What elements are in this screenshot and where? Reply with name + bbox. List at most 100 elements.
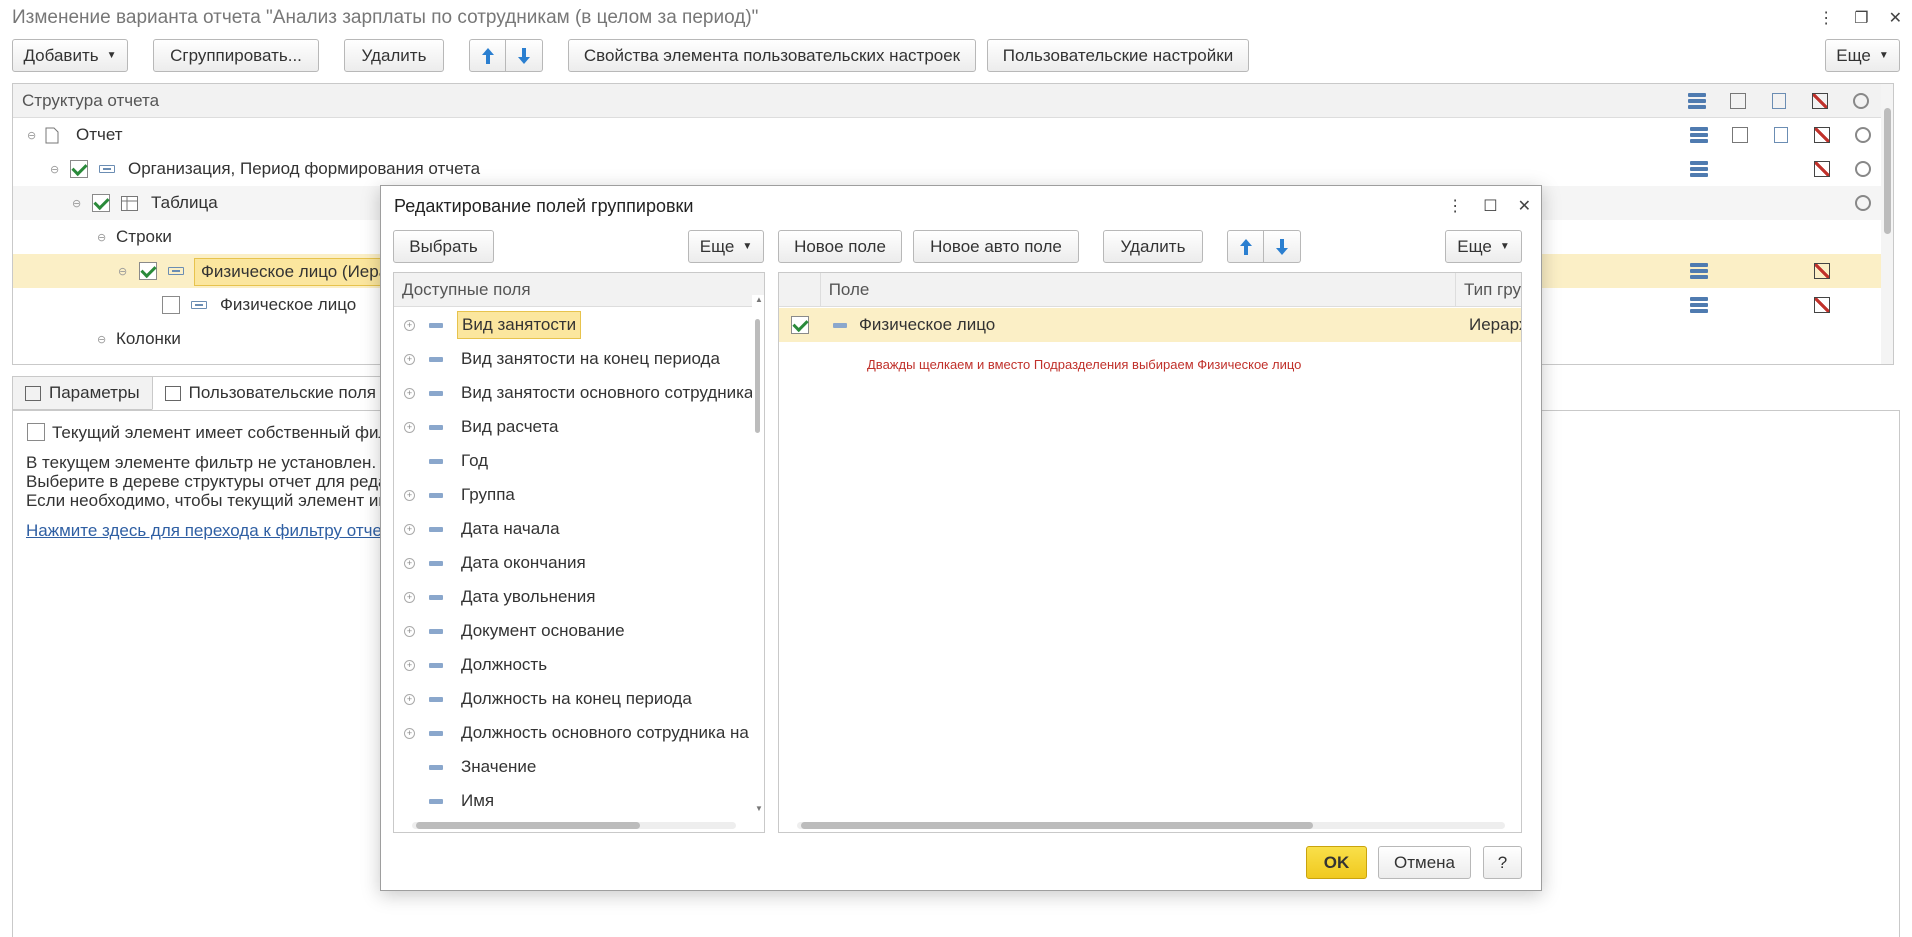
- conditional-format-icon[interactable]: [1801, 118, 1842, 152]
- tree-row-organization[interactable]: ⊖ Организация, Период формирования отчет…: [13, 152, 1883, 186]
- cancel-button[interactable]: Отмена: [1378, 846, 1471, 879]
- available-field-item[interactable]: + Дата начала: [394, 512, 754, 546]
- field-checkbox[interactable]: [791, 316, 809, 334]
- ok-button[interactable]: OK: [1306, 846, 1367, 879]
- go-to-report-filter-link[interactable]: Нажмите здесь для перехода к фильтру отч…: [26, 521, 389, 541]
- tree-row-label: Физическое лицо: [220, 295, 357, 314]
- field-name: Физическое лицо: [859, 315, 996, 334]
- collapse-icon[interactable]: ⊖: [50, 163, 59, 176]
- expand-icon[interactable]: +: [404, 489, 415, 501]
- conditional-format-icon[interactable]: [1801, 152, 1842, 186]
- available-fields-vscroll[interactable]: ▲ ▼: [752, 295, 764, 813]
- arrow-down-icon: [1276, 238, 1288, 255]
- available-field-label: Дата увольнения: [461, 587, 596, 606]
- conditional-format-icon[interactable]: [1801, 254, 1842, 288]
- grouping-icon[interactable]: [1678, 288, 1719, 322]
- expand-icon[interactable]: +: [404, 625, 415, 637]
- grouping-icon[interactable]: [1678, 152, 1719, 186]
- settings-icon[interactable]: [1842, 118, 1883, 152]
- expand-icon[interactable]: +: [404, 319, 415, 331]
- filter-icon[interactable]: [1719, 118, 1760, 152]
- collapse-icon[interactable]: ⊖: [97, 333, 106, 346]
- dialog-move-up-button[interactable]: [1227, 230, 1264, 263]
- settings-icon[interactable]: [1842, 152, 1883, 186]
- available-field-item[interactable]: + Должность на конец периода: [394, 682, 754, 716]
- available-field-item[interactable]: + Группа: [394, 478, 754, 512]
- expand-icon[interactable]: +: [404, 659, 415, 671]
- available-field-item[interactable]: + Должность основного сотрудника на к: [394, 716, 761, 750]
- selected-field-row[interactable]: Физическое лицо Иерарх: [779, 308, 1521, 342]
- more-vertical-icon[interactable]: ⋮: [1818, 8, 1834, 28]
- conditional-format-icon[interactable]: [1801, 288, 1842, 322]
- left-more-button[interactable]: Еще ▼: [688, 230, 764, 263]
- available-field-item[interactable]: + Вид занятости на конец периода: [394, 342, 754, 376]
- group-button[interactable]: Сгруппировать...: [153, 39, 319, 72]
- new-field-button[interactable]: Новое поле: [778, 230, 902, 263]
- available-field-item[interactable]: + Вид занятости основного сотрудника: [394, 376, 754, 410]
- expand-icon[interactable]: +: [404, 387, 415, 399]
- available-field-item[interactable]: Значение: [394, 750, 754, 784]
- tab-user-fields[interactable]: Пользовательские поля: [151, 376, 389, 410]
- own-filter-checkbox[interactable]: [27, 423, 45, 441]
- available-field-item[interactable]: + Вид расчета: [394, 410, 754, 444]
- available-field-item[interactable]: + Должность: [394, 648, 754, 682]
- settings-icon[interactable]: [1842, 186, 1883, 220]
- field-icon: [429, 662, 443, 668]
- more-vertical-icon[interactable]: ⋮: [1447, 196, 1463, 216]
- restore-icon[interactable]: ❐: [1854, 8, 1868, 28]
- available-fields-hscroll[interactable]: [394, 818, 754, 832]
- available-field-label: Вид занятости: [457, 311, 582, 339]
- expand-icon[interactable]: +: [404, 421, 415, 433]
- available-field-item[interactable]: + Документ основание: [394, 614, 754, 648]
- available-field-item[interactable]: Имя: [394, 784, 754, 818]
- structure-scrollbar[interactable]: [1881, 84, 1893, 364]
- right-more-button[interactable]: Еще ▼: [1445, 230, 1522, 263]
- move-down-button[interactable]: [506, 39, 543, 72]
- collapse-icon[interactable]: ⊖: [97, 231, 106, 244]
- element-properties-button[interactable]: Свойства элемента пользовательских настр…: [568, 39, 976, 72]
- tab-parameters[interactable]: Параметры: [12, 376, 153, 410]
- dialog-delete-button[interactable]: Удалить: [1103, 230, 1203, 263]
- expand-icon[interactable]: +: [404, 353, 415, 365]
- help-button[interactable]: ?: [1483, 846, 1522, 879]
- close-icon[interactable]: ✕: [1889, 8, 1902, 28]
- collapse-icon[interactable]: ⊖: [72, 197, 81, 210]
- new-auto-field-button[interactable]: Новое авто поле: [913, 230, 1079, 263]
- expand-icon[interactable]: +: [404, 693, 415, 705]
- user-settings-button[interactable]: Пользовательские настройки: [987, 39, 1249, 72]
- expand-icon[interactable]: +: [404, 591, 415, 603]
- grouping-icon[interactable]: [1678, 118, 1719, 152]
- collapse-icon[interactable]: ⊖: [118, 265, 127, 278]
- row-checkbox[interactable]: [162, 296, 180, 314]
- caret-down-icon: ▼: [106, 50, 117, 61]
- more-button-label: Еще: [1457, 236, 1492, 256]
- more-button[interactable]: Еще ▼: [1825, 39, 1900, 72]
- field-icon: [429, 594, 443, 600]
- tree-row-report[interactable]: ⊖ Отчет: [13, 118, 1883, 152]
- expand-icon[interactable]: +: [404, 557, 415, 569]
- move-up-button[interactable]: [469, 39, 506, 72]
- expand-icon[interactable]: +: [404, 523, 415, 535]
- grouping-icon[interactable]: [1678, 254, 1719, 288]
- tab-label: Пользовательские поля: [188, 383, 376, 402]
- row-checkbox[interactable]: [70, 160, 88, 178]
- available-field-item[interactable]: + Дата окончания: [394, 546, 754, 580]
- row-checkbox[interactable]: [139, 262, 157, 280]
- sort-icon[interactable]: [1760, 118, 1801, 152]
- filter-info-line3: Если необходимо, чтобы текущий элемент и…: [26, 491, 391, 510]
- close-icon[interactable]: ✕: [1518, 196, 1531, 216]
- select-button[interactable]: Выбрать: [393, 230, 494, 263]
- selected-fields-hscroll[interactable]: [779, 818, 1521, 832]
- delete-button[interactable]: Удалить: [344, 39, 444, 72]
- collapse-icon[interactable]: ⊖: [27, 129, 36, 142]
- available-field-item[interactable]: + Дата увольнения: [394, 580, 754, 614]
- tree-row-label: Отчет: [76, 125, 123, 144]
- add-button[interactable]: Добавить ▼: [12, 39, 128, 72]
- available-field-item[interactable]: Год: [394, 444, 754, 478]
- parameters-icon: [25, 385, 41, 401]
- available-field-item[interactable]: + Вид занятости: [394, 308, 754, 342]
- row-checkbox[interactable]: [92, 194, 110, 212]
- expand-icon[interactable]: +: [404, 727, 415, 739]
- dialog-move-down-button[interactable]: [1264, 230, 1301, 263]
- maximize-icon[interactable]: ☐: [1483, 196, 1497, 216]
